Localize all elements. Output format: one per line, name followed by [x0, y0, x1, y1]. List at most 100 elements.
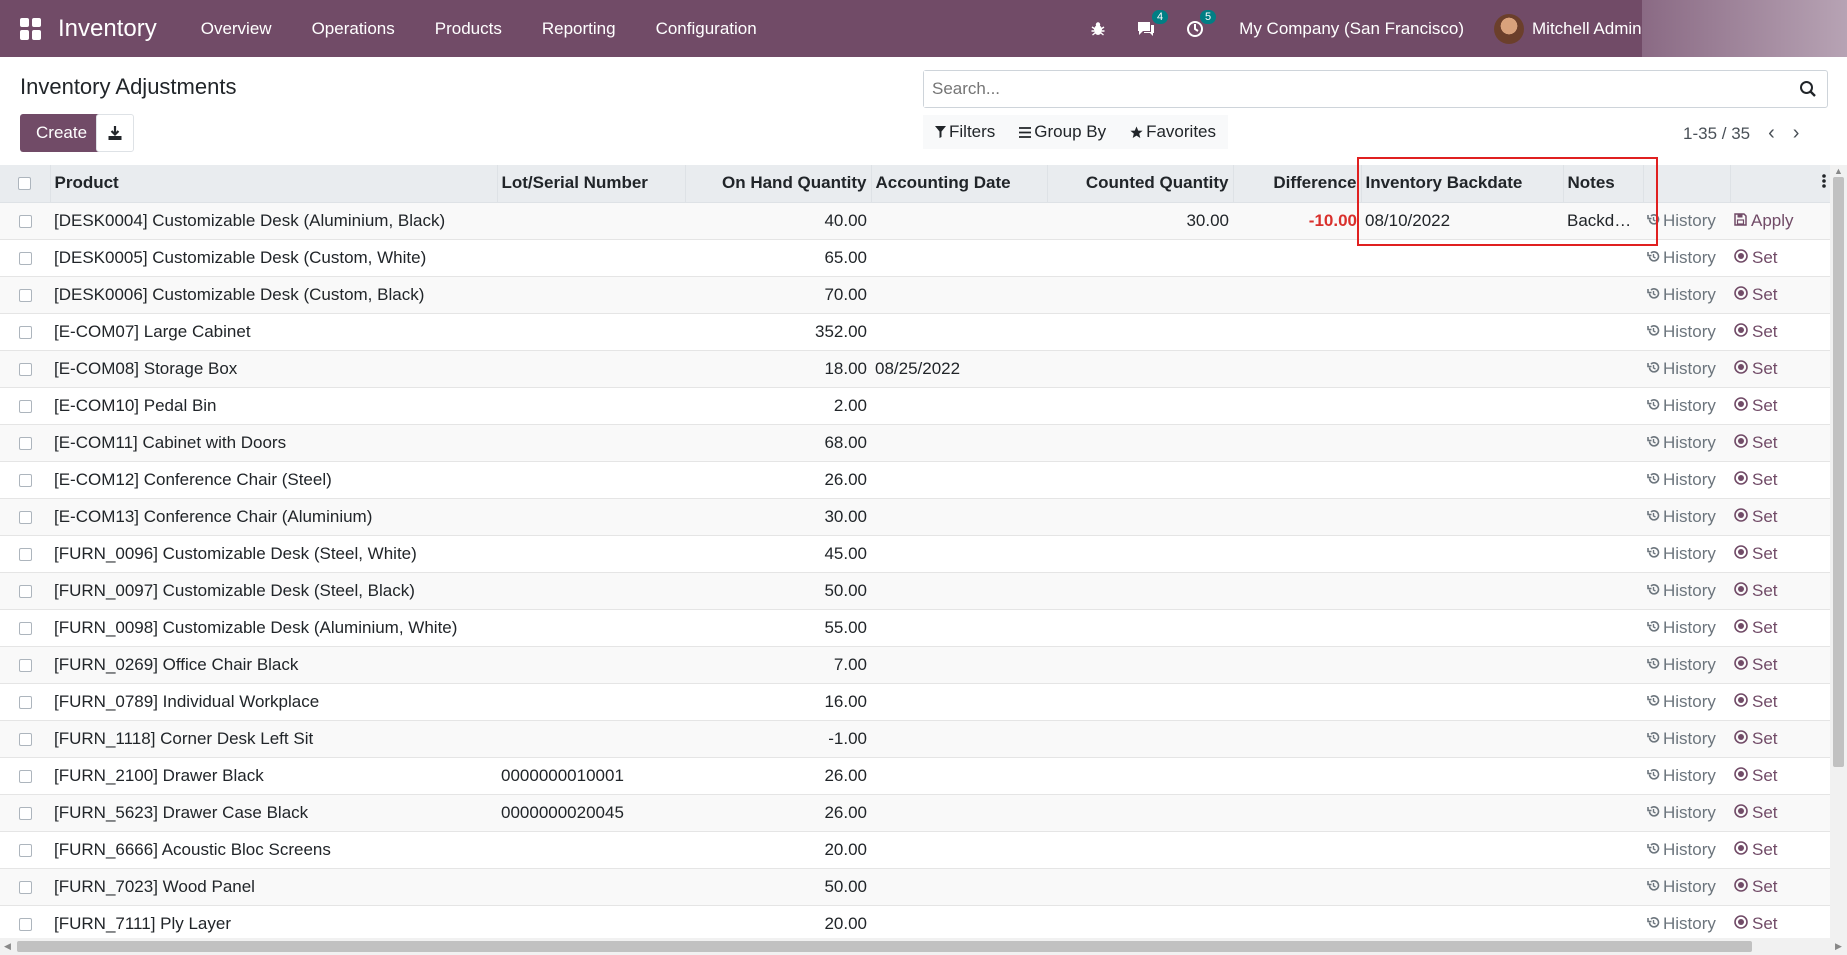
cell-lot-serial[interactable]	[497, 313, 685, 351]
set-button[interactable]: Set	[1734, 581, 1778, 601]
row-checkbox[interactable]	[18, 658, 32, 672]
history-button[interactable]: History	[1647, 877, 1716, 897]
cell-accounting-date[interactable]	[871, 683, 1047, 721]
set-button[interactable]: Set	[1734, 470, 1778, 490]
cell-accounting-date[interactable]	[871, 831, 1047, 869]
cell-on-hand[interactable]: 30.00	[685, 498, 871, 536]
history-button[interactable]: History	[1647, 692, 1716, 712]
cell-inventory-backdate[interactable]	[1361, 572, 1563, 610]
cell-lot-serial[interactable]	[497, 387, 685, 425]
set-button[interactable]: Set	[1734, 433, 1778, 453]
cell-accounting-date[interactable]	[871, 313, 1047, 351]
cell-accounting-date[interactable]	[871, 794, 1047, 832]
cell-on-hand[interactable]: 2.00	[685, 387, 871, 425]
column-product[interactable]: Product	[50, 165, 498, 203]
column-difference[interactable]: Difference	[1233, 165, 1362, 203]
cell-counted[interactable]	[1047, 905, 1233, 938]
cell-counted[interactable]	[1047, 794, 1233, 832]
cell-lot-serial[interactable]	[497, 683, 685, 721]
cell-accounting-date[interactable]	[871, 276, 1047, 314]
cell-lot-serial[interactable]	[497, 609, 685, 647]
set-button[interactable]: Set	[1734, 766, 1778, 786]
set-button[interactable]: Set	[1734, 248, 1778, 268]
cell-lot-serial[interactable]	[497, 202, 685, 240]
cell-lot-serial[interactable]	[497, 350, 685, 388]
cell-lot-serial[interactable]	[497, 424, 685, 462]
history-button[interactable]: History	[1647, 470, 1716, 490]
set-button[interactable]: Set	[1734, 877, 1778, 897]
cell-inventory-backdate[interactable]	[1361, 535, 1563, 573]
app-brand[interactable]: Inventory	[58, 15, 157, 43]
cell-inventory-backdate[interactable]	[1361, 239, 1563, 277]
set-button[interactable]: Set	[1734, 840, 1778, 860]
row-checkbox[interactable]	[18, 399, 32, 413]
history-button[interactable]: History	[1647, 914, 1716, 934]
cell-inventory-backdate[interactable]	[1361, 424, 1563, 462]
cell-notes[interactable]	[1563, 868, 1643, 906]
cell-inventory-backdate[interactable]	[1361, 757, 1563, 795]
cell-product[interactable]: [E-COM11] Cabinet with Doors	[50, 424, 497, 462]
cell-inventory-backdate[interactable]	[1361, 794, 1563, 832]
cell-on-hand[interactable]: 70.00	[685, 276, 871, 314]
cell-lot-serial[interactable]: 0000000020045	[497, 794, 685, 832]
table-row[interactable]: [E-COM08] Storage Box 18.00 08/25/2022 Hist…	[0, 350, 1830, 388]
cell-counted[interactable]	[1047, 498, 1233, 536]
column-inventory-backdate[interactable]: Inventory Backdate	[1361, 165, 1564, 203]
cell-on-hand[interactable]: 68.00	[685, 424, 871, 462]
table-row[interactable]: [FURN_0098] Customizable Desk (Aluminium…	[0, 609, 1830, 647]
history-button[interactable]: History	[1647, 396, 1716, 416]
table-row[interactable]: [FURN_2100] Drawer Black 0000000010001 26.…	[0, 757, 1830, 795]
cell-counted[interactable]	[1047, 868, 1233, 906]
filters-button[interactable]: Filters	[923, 122, 1007, 142]
set-button[interactable]: Set	[1734, 544, 1778, 564]
cell-accounting-date[interactable]	[871, 202, 1047, 240]
cell-notes[interactable]	[1563, 609, 1643, 647]
cell-inventory-backdate[interactable]	[1361, 461, 1563, 499]
cell-on-hand[interactable]: 50.00	[685, 572, 871, 610]
cell-counted[interactable]	[1047, 239, 1233, 277]
cell-notes[interactable]	[1563, 905, 1643, 938]
history-button[interactable]: History	[1647, 840, 1716, 860]
set-button[interactable]: Set	[1734, 285, 1778, 305]
menu-operations[interactable]: Operations	[292, 19, 415, 39]
row-checkbox[interactable]	[18, 880, 32, 894]
cell-accounting-date[interactable]	[871, 461, 1047, 499]
cell-counted[interactable]	[1047, 313, 1233, 351]
horizontal-scrollbar[interactable]: ◀ ▶	[0, 938, 1847, 955]
cell-lot-serial[interactable]: 0000000010001	[497, 757, 685, 795]
cell-inventory-backdate[interactable]	[1361, 276, 1563, 314]
favorites-button[interactable]: Favorites	[1118, 122, 1228, 142]
cell-product[interactable]: [E-COM12] Conference Chair (Steel)	[50, 461, 497, 499]
row-checkbox[interactable]	[18, 288, 32, 302]
table-row[interactable]: [FURN_0096] Customizable Desk (Steel, Wh…	[0, 535, 1830, 573]
row-checkbox[interactable]	[18, 547, 32, 561]
cell-product[interactable]: [FURN_6666] Acoustic Bloc Screens	[50, 831, 497, 869]
scroll-right-icon[interactable]: ▶	[1835, 941, 1842, 952]
row-checkbox[interactable]	[18, 732, 32, 746]
set-button[interactable]: Set	[1734, 507, 1778, 527]
column-options[interactable]	[1730, 165, 1830, 203]
cell-accounting-date[interactable]	[871, 609, 1047, 647]
table-row[interactable]: [FURN_7111] Ply Layer 20.00 History Set	[0, 905, 1830, 938]
table-row[interactable]: [DESK0006] Customizable Desk (Custom, Bl…	[0, 276, 1830, 314]
cell-counted[interactable]	[1047, 683, 1233, 721]
table-row[interactable]: [E-COM13] Conference Chair (Aluminium) 30…	[0, 498, 1830, 536]
row-checkbox[interactable]	[18, 695, 32, 709]
cell-on-hand[interactable]: 18.00	[685, 350, 871, 388]
search-box[interactable]	[923, 70, 1828, 108]
cell-lot-serial[interactable]	[497, 720, 685, 758]
set-button[interactable]: Set	[1734, 322, 1778, 342]
cell-product[interactable]: [FURN_0789] Individual Workplace	[50, 683, 497, 721]
cell-inventory-backdate[interactable]	[1361, 313, 1563, 351]
debug-bug-icon[interactable]	[1090, 21, 1106, 37]
set-button[interactable]: Set	[1734, 655, 1778, 675]
cell-product[interactable]: [E-COM07] Large Cabinet	[50, 313, 497, 351]
row-checkbox[interactable]	[18, 473, 32, 487]
cell-counted[interactable]	[1047, 757, 1233, 795]
history-button[interactable]: History	[1647, 285, 1716, 305]
set-button[interactable]: Set	[1734, 692, 1778, 712]
cell-inventory-backdate[interactable]	[1361, 683, 1563, 721]
cell-inventory-backdate[interactable]	[1361, 387, 1563, 425]
cell-counted[interactable]	[1047, 461, 1233, 499]
cell-lot-serial[interactable]	[497, 535, 685, 573]
